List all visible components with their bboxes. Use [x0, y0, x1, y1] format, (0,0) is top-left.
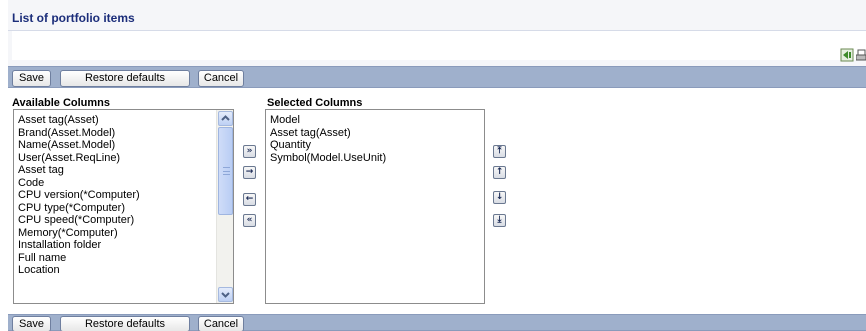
list-item[interactable]: Brand(Asset.Model): [14, 127, 233, 140]
save-button-bottom[interactable]: Save: [12, 316, 51, 331]
available-columns-list[interactable]: Asset tag(Asset) Brand(Asset.Model) Name…: [13, 109, 234, 304]
remove-all-button[interactable]: «: [243, 214, 256, 227]
selected-columns-label: Selected Columns: [267, 97, 363, 109]
list-item[interactable]: CPU speed(*Computer): [14, 214, 233, 227]
chevron-down-icon: [221, 292, 230, 298]
toolbar-bottom: Save Restore defaults Cancel: [8, 314, 866, 331]
restore-defaults-button-bottom[interactable]: Restore defaults: [60, 316, 190, 331]
restore-defaults-button[interactable]: Restore defaults: [60, 70, 190, 87]
list-item[interactable]: Quantity: [266, 139, 484, 152]
save-button[interactable]: Save: [12, 70, 51, 87]
list-item[interactable]: Name(Asset.Model): [14, 139, 233, 152]
list-item[interactable]: Asset tag(Asset): [266, 127, 484, 140]
selected-columns-list[interactable]: Model Asset tag(Asset) Quantity Symbol(M…: [265, 109, 485, 304]
cancel-button[interactable]: Cancel: [198, 70, 244, 87]
add-button[interactable]: →: [243, 166, 256, 179]
list-item[interactable]: Model: [266, 114, 484, 127]
available-columns-label: Available Columns: [12, 97, 111, 109]
list-item[interactable]: Location: [14, 264, 233, 277]
page-title: List of portfolio items: [12, 11, 135, 25]
move-top-button[interactable]: ⤒: [493, 145, 506, 158]
cancel-button-bottom[interactable]: Cancel: [198, 316, 244, 331]
chevron-up-icon: [221, 115, 230, 121]
print-icon[interactable]: [855, 48, 866, 62]
list-item[interactable]: Memory(*Computer): [14, 227, 233, 240]
list-item[interactable]: Installation folder: [14, 239, 233, 252]
remove-button[interactable]: ←: [243, 193, 256, 206]
toolbar-top: Save Restore defaults Cancel: [8, 66, 866, 88]
move-up-button[interactable]: ↑: [493, 166, 506, 179]
scroll-down-button[interactable]: [218, 287, 233, 302]
add-all-button[interactable]: »: [243, 145, 256, 158]
move-bottom-button[interactable]: ⤓: [493, 214, 506, 227]
list-item[interactable]: CPU type(*Computer): [14, 202, 233, 215]
scroll-thumb[interactable]: [218, 127, 233, 215]
move-down-button[interactable]: ↓: [493, 191, 506, 204]
export-icon[interactable]: [840, 48, 854, 62]
page: List of portfolio items Save Restore def…: [0, 0, 866, 331]
list-item[interactable]: Asset tag: [14, 164, 233, 177]
list-item[interactable]: Code: [14, 177, 233, 190]
list-item[interactable]: Full name: [14, 252, 233, 265]
list-item[interactable]: User(Asset.ReqLine): [14, 152, 233, 165]
list-item[interactable]: CPU version(*Computer): [14, 189, 233, 202]
list-item[interactable]: Asset tag(Asset): [14, 114, 233, 127]
header-area: [12, 31, 866, 60]
scroll-up-button[interactable]: [218, 111, 233, 126]
grip-icon: [223, 167, 230, 175]
list-item[interactable]: Symbol(Model.UseUnit): [266, 152, 484, 165]
vertical-scrollbar[interactable]: [216, 110, 233, 303]
